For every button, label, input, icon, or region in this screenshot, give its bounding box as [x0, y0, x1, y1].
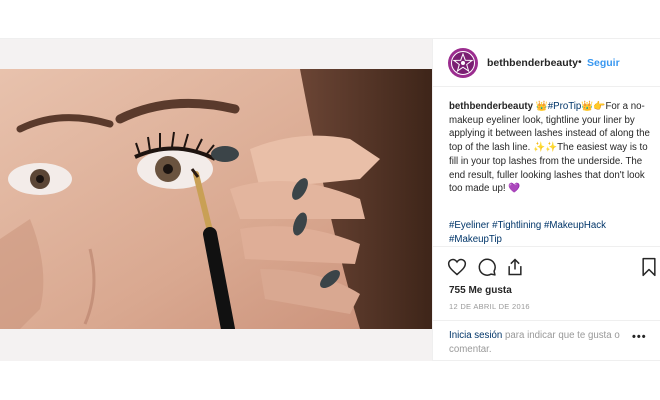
login-prompt: Inicia sesión para indicar que te gusta … — [433, 320, 660, 362]
username-link[interactable]: bethbenderbeauty — [487, 57, 578, 69]
post-date: 12 DE ABRIL DE 2016 — [449, 302, 530, 311]
post-actions: 755 Me gusta 12 DE ABRIL DE 2016 Inicia … — [433, 246, 660, 361]
separator-dot: • — [578, 56, 582, 68]
comment-icon[interactable] — [477, 257, 497, 277]
login-link[interactable]: Inicia sesión — [449, 330, 502, 341]
post-caption: bethbenderbeauty 👑#ProTip👑👉For a no-make… — [449, 100, 653, 196]
follow-button[interactable]: Seguir — [587, 57, 620, 69]
hashtag-eyeliner[interactable]: #Eyeliner — [449, 220, 489, 231]
bookmark-icon[interactable] — [639, 257, 659, 277]
eyeliner-photo — [0, 69, 432, 329]
caption-username[interactable]: bethbenderbeauty — [449, 101, 533, 112]
instagram-post: bethbenderbeauty • Seguir bethbenderbeau… — [0, 38, 660, 361]
hashtag-makeuptip[interactable]: #MakeupTip — [449, 234, 502, 245]
more-options-button[interactable]: ••• — [632, 331, 647, 343]
likes-count[interactable]: 755 Me gusta — [449, 285, 512, 296]
post-photo[interactable] — [0, 39, 432, 361]
avatar[interactable] — [448, 48, 478, 78]
hashtag-list: #Eyeliner #Tightlining #MakeupHack #Make… — [449, 219, 653, 246]
heart-icon[interactable] — [447, 257, 467, 277]
caption-hashtag-protip[interactable]: #ProTip — [548, 101, 582, 112]
hashtag-makeuphack[interactable]: #MakeupHack — [544, 220, 606, 231]
hashtag-tightlining[interactable]: #Tightlining — [492, 220, 541, 231]
caption-emoji-sparkles: ✨✨ — [533, 142, 558, 154]
post-header: bethbenderbeauty • Seguir — [433, 39, 660, 87]
login-text: Inicia sesión para indicar que te gusta … — [449, 329, 639, 357]
caption-emoji-crown-point: 👑👉 — [581, 101, 606, 112]
caption-emoji-heart: 💜 — [508, 183, 521, 195]
share-icon[interactable] — [505, 257, 525, 277]
star-logo-icon — [452, 52, 474, 73]
post-sidebar: bethbenderbeauty • Seguir bethbenderbeau… — [432, 39, 660, 361]
caption-emoji-crown: 👑 — [535, 101, 548, 112]
